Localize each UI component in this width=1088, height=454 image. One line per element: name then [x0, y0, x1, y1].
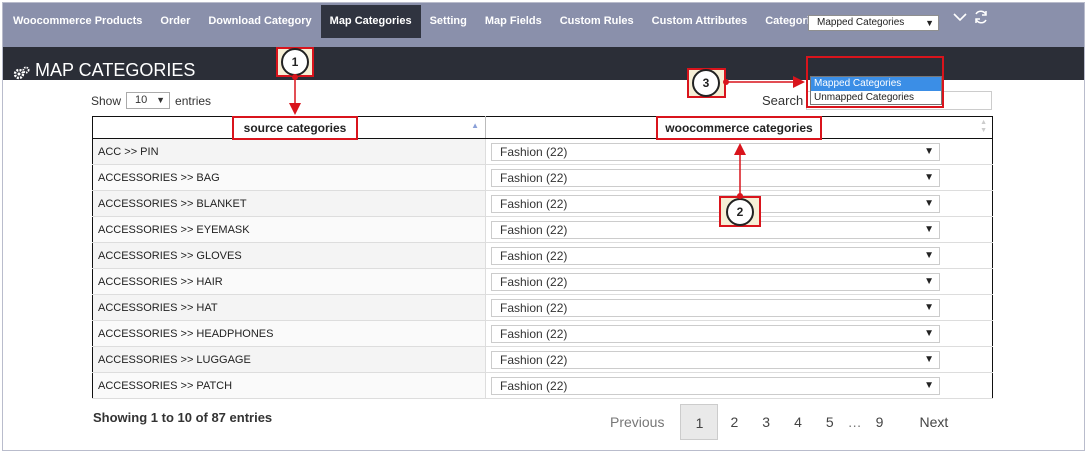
- annotation-arrows: [289, 74, 805, 199]
